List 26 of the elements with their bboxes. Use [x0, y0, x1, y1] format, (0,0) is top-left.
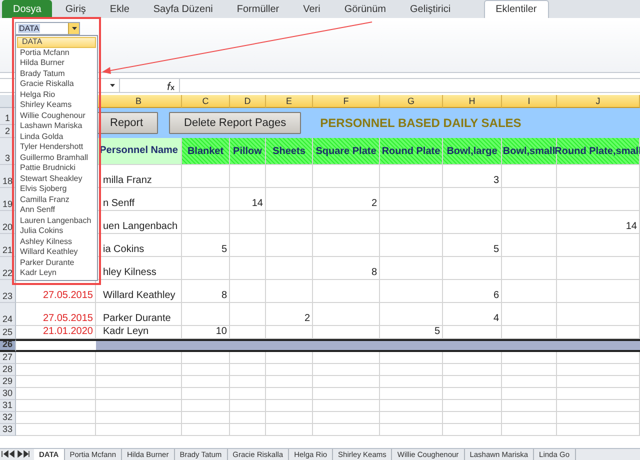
column-title: Bowl,large [443, 138, 502, 165]
table-cell: 4 [443, 303, 502, 326]
table-cell: 2 [266, 303, 313, 326]
table-cell: 8 [182, 280, 230, 303]
column-title: Sheets [266, 138, 313, 165]
table-cell: 14 [557, 211, 640, 234]
table-cell: 5 [182, 234, 230, 257]
table-cell: 8 [313, 257, 380, 280]
column-title: Pillow [230, 138, 266, 165]
column-title: Round Plate [380, 138, 443, 165]
date-cell: 27.05.2015 [16, 303, 96, 326]
table-cell: 6 [443, 280, 502, 303]
table-cell: 14 [230, 188, 266, 211]
name-cell: Parker Durante [96, 303, 182, 326]
sheet-title: PERSONNEL BASED DAILY SALES [320, 116, 522, 130]
table-cell: 5 [380, 326, 443, 339]
column-title: Personnel Name [96, 138, 182, 165]
table-cell: 2 [313, 188, 380, 211]
table-cell: 5 [443, 234, 502, 257]
table-cell: 3 [443, 165, 502, 188]
column-title: Blanket [182, 138, 230, 165]
name-cell: Kadr Leyn [96, 326, 182, 339]
table-cell: 10 [182, 326, 230, 339]
name-cell: Willard Keathley [96, 280, 182, 303]
date-cell: 21.01.2020 [16, 326, 96, 339]
column-title: Square Plate [313, 138, 380, 165]
